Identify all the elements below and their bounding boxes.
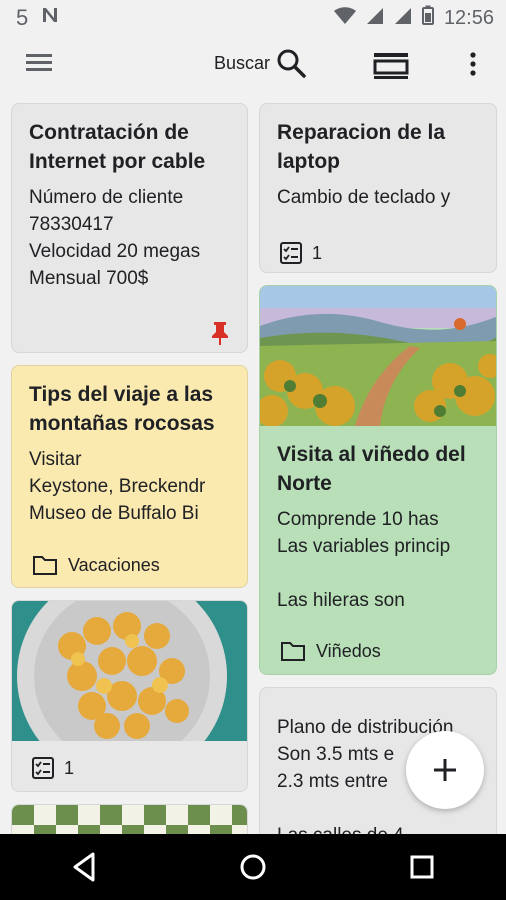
note-card[interactable]: 1: [11, 600, 248, 792]
note-card[interactable]: Contratación de Internet por cable Númer…: [11, 103, 248, 353]
search-button[interactable]: Buscar: [214, 48, 306, 78]
checklist-count: 1: [64, 757, 75, 778]
signal-2-icon: [394, 5, 412, 31]
recents-button[interactable]: [392, 837, 452, 897]
n-icon: [40, 5, 60, 31]
note-title: Contratación de Internet por cable: [29, 121, 206, 173]
clock: 12:56: [443, 6, 494, 29]
more-options-button[interactable]: [463, 50, 483, 83]
top-bar: Buscar: [0, 36, 506, 94]
note-line: Comprende 10 has: [277, 509, 439, 530]
vineyard-image: [260, 286, 496, 426]
battery-icon: [421, 5, 434, 31]
checklist-icon: [280, 242, 302, 264]
status-bar: 5 12:56: [0, 0, 506, 36]
layout-toggle-button[interactable]: [373, 52, 409, 85]
back-button[interactable]: [54, 837, 114, 897]
checklist-count: 1: [312, 242, 323, 263]
note-title: Visita al viñedo del Norte: [277, 443, 466, 495]
note-line: Keystone, Breckendr: [29, 476, 206, 497]
back-icon: [73, 852, 95, 882]
system-nav-bar: [0, 834, 506, 900]
label-text: Viñedos: [316, 640, 381, 661]
folder-icon: [33, 556, 57, 575]
note-line: Número de cliente: [29, 187, 184, 208]
recents-icon: [410, 855, 434, 879]
note-line: Museo de Buffalo Bi: [29, 503, 199, 524]
pin-icon: [212, 322, 228, 345]
checklist-icon: [32, 757, 54, 779]
notification-count: 5: [16, 5, 29, 30]
note-line: Mensual 700$: [29, 268, 149, 289]
home-button[interactable]: [223, 837, 283, 897]
note-line: Velocidad 20 megas: [29, 241, 201, 262]
checklist-meta: 1: [280, 242, 322, 264]
single-column-icon: [373, 53, 409, 79]
hamburger-icon: [26, 54, 52, 71]
note-label: Vacaciones: [32, 554, 160, 576]
note-card[interactable]: [11, 804, 248, 834]
note-line: Las variables princip: [277, 536, 451, 557]
note-line: Cambio de teclado y: [277, 187, 451, 208]
more-vert-icon: [470, 52, 476, 76]
search-label: Buscar: [214, 52, 271, 73]
peaches-image: [12, 601, 247, 741]
plus-icon: [434, 759, 456, 781]
checklist-meta: 1: [32, 757, 74, 779]
note-line: Las hileras son: [277, 590, 405, 611]
note-card[interactable]: Tips del viaje a las montañas rocosas Vi…: [11, 365, 248, 588]
menu-button[interactable]: [24, 50, 54, 79]
note-label: Viñedos: [280, 640, 381, 662]
home-icon: [240, 854, 266, 880]
note-line: Visitar: [29, 449, 82, 470]
note-title: Reparacion de la laptop: [277, 121, 446, 173]
wifi-icon: [333, 5, 356, 31]
add-note-button[interactable]: [406, 731, 484, 809]
note-title: Tips del viaje a las montañas rocosas: [29, 383, 215, 435]
note-card[interactable]: Reparacion de la laptop Cambio de teclad…: [259, 103, 497, 273]
checkered-image: [12, 805, 247, 834]
search-icon: [277, 49, 306, 78]
notes-grid: Contratación de Internet por cable Númer…: [0, 94, 506, 834]
signal-icon: [366, 5, 384, 31]
note-line: Las calles de 4: [277, 822, 480, 834]
note-line: [277, 560, 480, 587]
label-text: Vacaciones: [68, 554, 160, 575]
folder-icon: [281, 642, 305, 661]
note-line: 78330417: [29, 214, 114, 235]
note-card[interactable]: Visita al viñedo del Norte Comprende 10 …: [259, 285, 497, 675]
